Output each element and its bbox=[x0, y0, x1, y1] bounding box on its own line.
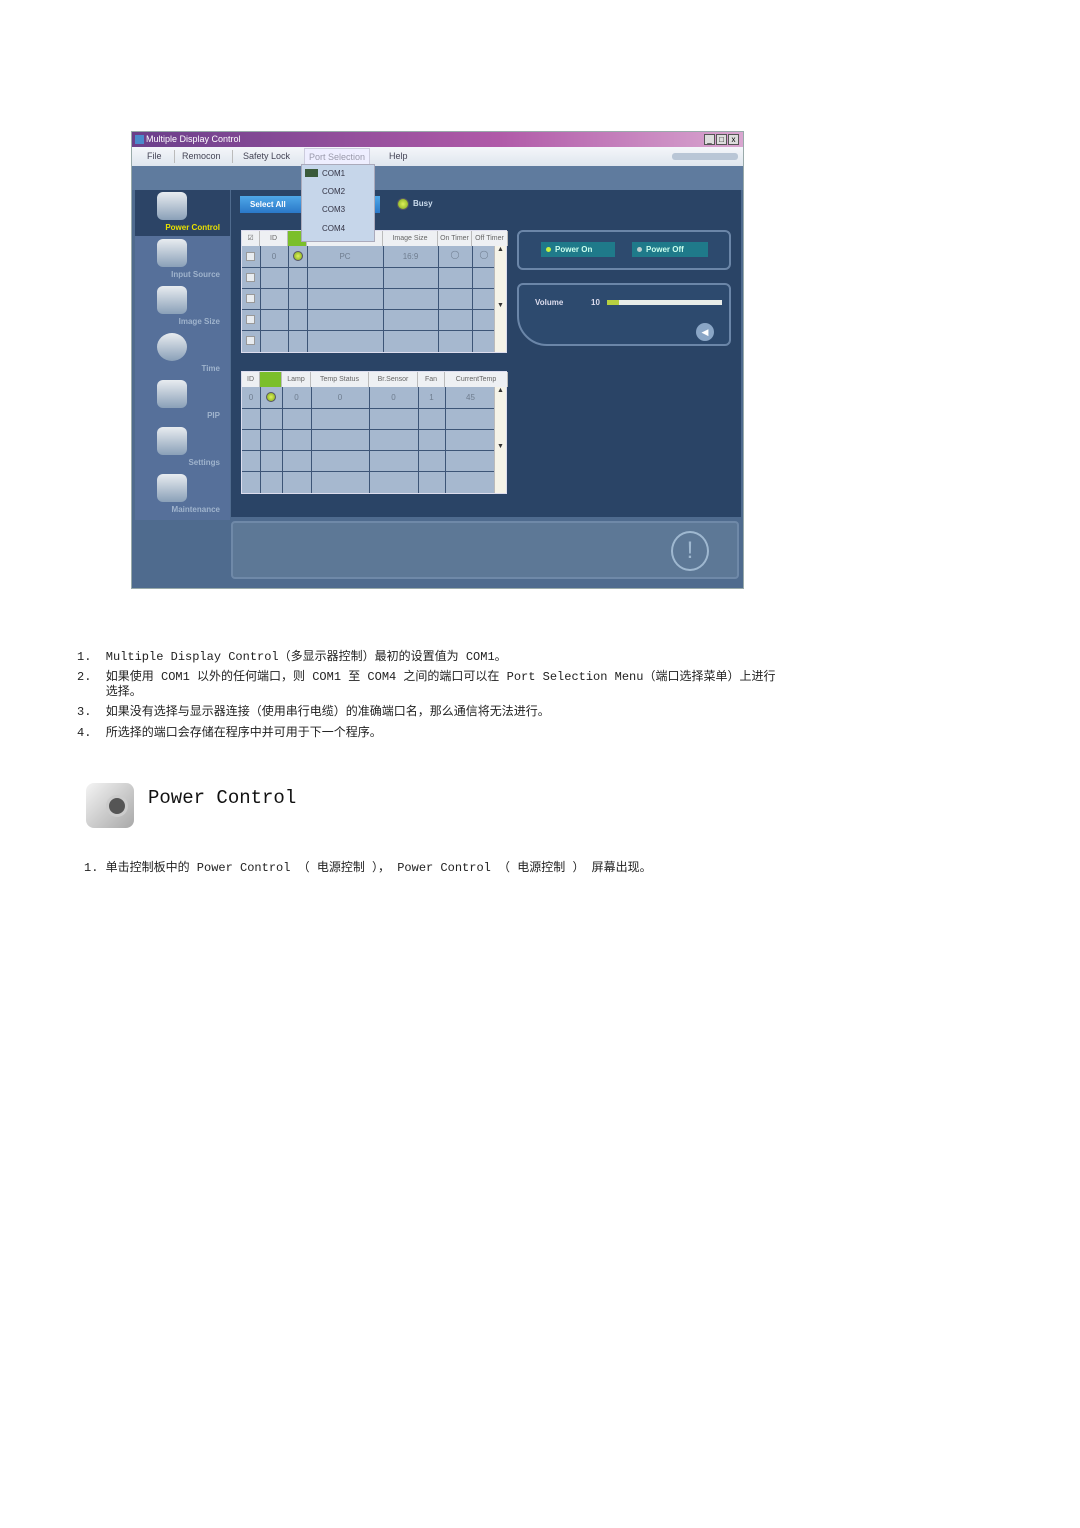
menu-file[interactable]: File bbox=[147, 151, 162, 161]
port-notes-list: 1. Multiple Display Control（多显示器控制）最初的设置… bbox=[77, 650, 837, 741]
window-title: Multiple Display Control bbox=[146, 134, 241, 144]
sidebar-item-image-size[interactable]: Image Size bbox=[135, 284, 230, 330]
table1-scrollbar[interactable]: ▲ ▼ bbox=[494, 246, 506, 352]
list-item: 1. 单击控制板中的 Power Control （ 电源控制 ）， Power… bbox=[84, 861, 652, 875]
power-on-button[interactable]: Power On bbox=[541, 242, 615, 257]
status-table: ID Lamp Temp Status Br.Sensor Fan Curren… bbox=[241, 371, 508, 494]
list-item: 3. 如果没有选择与显示器连接（使用串行电缆）的准确端口名，那么通信将无法进行。 bbox=[77, 705, 550, 719]
menu-bar: File Remocon Safety Lock Port Selection … bbox=[132, 147, 743, 166]
menu-help[interactable]: Help bbox=[389, 151, 408, 161]
app-icon bbox=[135, 135, 144, 144]
sidebar-item-settings[interactable]: Settings bbox=[135, 425, 230, 471]
volume-value: 10 bbox=[591, 298, 600, 307]
sidebar: Power Control Input Source Image Size Ti… bbox=[135, 190, 230, 520]
sidebar-item-input-source[interactable]: Input Source bbox=[135, 237, 230, 283]
power-control-icon bbox=[157, 192, 187, 220]
checked-icon bbox=[305, 169, 318, 177]
port-selection-dropdown: COM1 COM2 COM3 COM4 bbox=[301, 164, 375, 242]
table2-scrollbar[interactable]: ▲ ▼ bbox=[494, 387, 506, 493]
row-checkbox[interactable] bbox=[246, 315, 255, 324]
volume-panel: Volume 10 ◀ bbox=[517, 283, 731, 346]
app-screenshot: Multiple Display Control _ □ x File Remo… bbox=[131, 131, 744, 589]
row-checkbox[interactable] bbox=[246, 252, 255, 261]
brand-logo bbox=[672, 153, 738, 160]
cell-id: 0 bbox=[271, 252, 277, 261]
menu-remocon[interactable]: Remocon bbox=[182, 151, 221, 161]
message-area: ! bbox=[231, 521, 739, 579]
busy-indicator-icon bbox=[397, 198, 409, 210]
list-item: 2. 如果使用 COM1 以外的任何端口，则 COM1 至 COM4 之间的端口… bbox=[77, 670, 776, 684]
section-heading: Power Control bbox=[148, 787, 297, 809]
settings-icon bbox=[157, 427, 187, 455]
title-bar: Multiple Display Control _ □ x bbox=[132, 132, 743, 147]
row-checkbox[interactable] bbox=[246, 294, 255, 303]
menu-item-com2[interactable]: COM2 bbox=[322, 187, 345, 196]
close-button[interactable]: x bbox=[728, 134, 739, 145]
status-header-icon bbox=[260, 372, 282, 387]
power-control-icon bbox=[86, 783, 134, 828]
sidebar-item-power-control[interactable]: Power Control bbox=[135, 190, 230, 236]
menu-item-com1[interactable]: COM1 bbox=[322, 169, 345, 178]
sidebar-item-maintenance[interactable]: Maintenance bbox=[135, 472, 230, 518]
clock-icon bbox=[157, 333, 187, 361]
mute-speaker-icon[interactable]: ◀ bbox=[696, 323, 714, 341]
image-size-icon bbox=[157, 286, 187, 314]
menu-item-com4[interactable]: COM4 bbox=[322, 224, 345, 233]
input-source-icon bbox=[157, 239, 187, 267]
row-checkbox[interactable] bbox=[246, 273, 255, 282]
volume-label: Volume bbox=[535, 298, 564, 307]
maximize-button[interactable]: □ bbox=[716, 134, 727, 145]
status-led-icon bbox=[293, 251, 303, 261]
row-checkbox[interactable] bbox=[246, 336, 255, 345]
minimize-button[interactable]: _ bbox=[704, 134, 715, 145]
list-item: 选择。 bbox=[77, 685, 142, 699]
cell-image-size: 16:9 bbox=[402, 252, 419, 261]
menu-item-com3[interactable]: COM3 bbox=[322, 205, 345, 214]
display-table: ☑ ID Input Image Size On Timer Off Timer… bbox=[241, 230, 508, 353]
info-exclamation-icon: ! bbox=[671, 531, 709, 571]
power-off-button[interactable]: Power Off bbox=[632, 242, 708, 257]
volume-slider[interactable] bbox=[607, 300, 722, 305]
on-timer-icon: ◯ bbox=[450, 250, 460, 259]
status-led-icon bbox=[266, 392, 276, 402]
maintenance-icon bbox=[157, 474, 187, 502]
list-item: 4. 所选择的端口会存储在程序中并可用于下一个程序。 bbox=[77, 726, 382, 740]
busy-label: Busy bbox=[413, 199, 433, 208]
off-timer-icon: ◯ bbox=[479, 250, 489, 259]
sidebar-item-pip[interactable]: PIP bbox=[135, 378, 230, 424]
top-strip bbox=[132, 166, 743, 190]
sidebar-item-time[interactable]: Time bbox=[135, 331, 230, 377]
menu-safety-lock[interactable]: Safety Lock bbox=[243, 151, 290, 161]
list-item: 1. Multiple Display Control（多显示器控制）最初的设置… bbox=[77, 650, 507, 664]
cell-input: PC bbox=[339, 252, 351, 261]
select-all-checkbox[interactable]: ☑ bbox=[242, 231, 260, 246]
power-panel: Power On Power Off bbox=[517, 230, 731, 270]
pip-icon bbox=[157, 380, 187, 408]
